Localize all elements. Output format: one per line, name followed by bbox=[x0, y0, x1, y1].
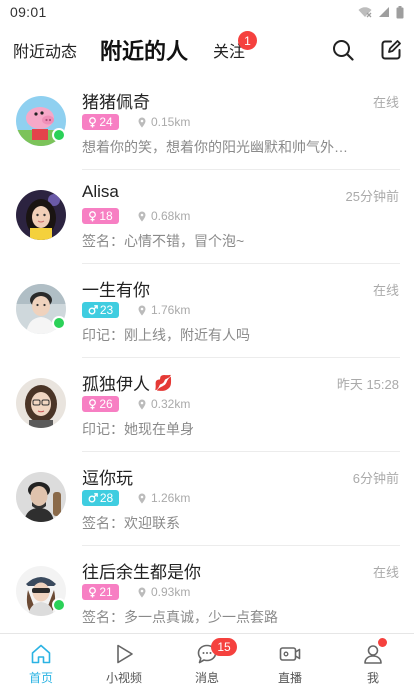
distance: 0.15km bbox=[138, 115, 190, 129]
user-name: 逗你玩 bbox=[82, 469, 133, 488]
avatar[interactable] bbox=[16, 190, 66, 240]
list-item[interactable]: Alisa 25分钟前 18 0.68km 签名：心情不错，冒个泡~ bbox=[0, 170, 414, 264]
female-age-badge: 21 bbox=[82, 584, 119, 600]
nav-live[interactable]: 直播 bbox=[249, 634, 331, 688]
distance: 0.68km bbox=[138, 209, 190, 223]
last-active-status: 昨天 15:28 bbox=[336, 377, 399, 392]
signature: 印记：她现在单身 bbox=[82, 421, 194, 437]
tab-follow[interactable]: 关注 bbox=[213, 24, 245, 76]
distance: 1.76km bbox=[138, 303, 190, 317]
nav-home[interactable]: 首页 bbox=[0, 634, 82, 688]
me-notification-dot bbox=[378, 638, 387, 647]
signature: 签名：心情不错，冒个泡~ bbox=[82, 233, 245, 249]
kiss-emoji: 💋 bbox=[154, 374, 173, 392]
user-name: 孤独伊人 💋 bbox=[82, 374, 173, 395]
user-meta: 28 1.26km bbox=[82, 490, 190, 506]
location-pin-icon bbox=[138, 305, 146, 315]
edit-button[interactable] bbox=[378, 37, 404, 63]
system-icons bbox=[358, 5, 404, 19]
nearby-people-list: 猪猪佩奇 在线 24 0.15km 想着你的笑，想着你的阳光幽默和帅气外… Al… bbox=[0, 76, 414, 640]
last-active-status: 在线 bbox=[372, 283, 399, 298]
male-age-badge: 28 bbox=[82, 490, 119, 506]
nav-messages[interactable]: 消息 15 bbox=[166, 634, 248, 688]
status-time: 09:01 bbox=[10, 4, 47, 20]
status-bar: 09:01 bbox=[0, 0, 414, 24]
signature: 签名：欢迎联系 bbox=[82, 515, 180, 531]
last-active-status: 在线 bbox=[372, 565, 399, 580]
female-age-badge: 24 bbox=[82, 114, 119, 130]
nav-me-label: 我 bbox=[366, 671, 379, 685]
last-active-status: 在线 bbox=[372, 95, 399, 110]
female-icon bbox=[89, 398, 97, 409]
distance: 0.32km bbox=[138, 397, 190, 411]
bottom-nav: 首页 小视频 消息 15 直播 我 bbox=[0, 633, 414, 688]
nav-short-video[interactable]: 小视频 bbox=[83, 634, 165, 688]
male-age-badge: 23 bbox=[82, 302, 119, 318]
online-indicator bbox=[52, 316, 66, 330]
user-name: Alisa bbox=[82, 182, 119, 201]
user-meta: 21 0.93km bbox=[82, 584, 190, 600]
edit-icon bbox=[381, 40, 401, 60]
tab-nearby-people[interactable]: 附近的人 bbox=[100, 24, 188, 76]
list-item[interactable]: 逗你玩 6分钟前 28 1.26km 签名：欢迎联系 bbox=[0, 452, 414, 546]
avatar[interactable] bbox=[16, 472, 66, 522]
nav-video-label: 小视频 bbox=[105, 671, 142, 685]
male-icon bbox=[88, 305, 98, 315]
user-meta: 23 1.76km bbox=[82, 302, 190, 318]
online-indicator bbox=[52, 598, 66, 612]
follow-count-badge: 1 bbox=[238, 31, 257, 50]
user-name: 往后余生都是你 bbox=[82, 563, 201, 582]
avatar[interactable] bbox=[16, 378, 66, 428]
user-meta: 26 0.32km bbox=[82, 396, 190, 412]
signature: 想着你的笑，想着你的阳光幽默和帅气外… bbox=[82, 139, 348, 155]
nav-me[interactable]: 我 bbox=[332, 634, 414, 688]
female-age-badge: 26 bbox=[82, 396, 119, 412]
list-item[interactable]: 往后余生都是你 在线 21 0.93km 签名：多一点真诚，少一点套路 bbox=[0, 546, 414, 640]
video-camera-icon bbox=[278, 642, 302, 666]
location-pin-icon bbox=[138, 493, 146, 503]
list-item[interactable]: 一生有你 在线 23 1.76km 印记：刚上线，附近有人吗 bbox=[0, 264, 414, 358]
user-name: 一生有你 bbox=[82, 281, 150, 300]
online-indicator bbox=[52, 128, 66, 142]
tab-nearby-dynamics[interactable]: 附近动态 bbox=[13, 24, 77, 76]
search-button[interactable] bbox=[330, 37, 356, 63]
signature: 印记：刚上线，附近有人吗 bbox=[82, 327, 250, 343]
list-item[interactable]: 猪猪佩奇 在线 24 0.15km 想着你的笑，想着你的阳光幽默和帅气外… bbox=[0, 76, 414, 170]
female-icon bbox=[89, 586, 97, 597]
list-item[interactable]: 孤独伊人 💋 昨天 15:28 26 0.32km 印记：她现在单身 bbox=[0, 358, 414, 452]
nav-home-label: 首页 bbox=[28, 671, 53, 685]
distance: 1.26km bbox=[138, 491, 190, 505]
location-pin-icon bbox=[138, 399, 146, 409]
location-pin-icon bbox=[138, 587, 146, 597]
user-meta: 24 0.15km bbox=[82, 114, 190, 130]
last-active-status: 6分钟前 bbox=[352, 471, 399, 486]
home-icon bbox=[29, 642, 53, 666]
location-pin-icon bbox=[138, 211, 146, 221]
female-icon bbox=[89, 210, 97, 221]
user-meta: 18 0.68km bbox=[82, 208, 190, 224]
nav-messages-label: 消息 bbox=[194, 671, 219, 685]
user-name: 猪猪佩奇 bbox=[82, 93, 150, 112]
male-icon bbox=[88, 493, 98, 503]
search-icon bbox=[333, 40, 354, 61]
female-age-badge: 18 bbox=[82, 208, 119, 224]
battery-icon bbox=[396, 5, 404, 18]
female-icon bbox=[89, 116, 97, 127]
signature: 签名：多一点真诚，少一点套路 bbox=[82, 609, 278, 625]
last-active-status: 25分钟前 bbox=[345, 189, 399, 204]
messages-count-badge: 15 bbox=[211, 638, 237, 656]
nav-live-label: 直播 bbox=[277, 671, 302, 685]
signal-icon bbox=[379, 7, 389, 17]
distance: 0.93km bbox=[138, 585, 190, 599]
wifi-off-icon bbox=[358, 7, 372, 18]
play-icon bbox=[112, 642, 136, 666]
location-pin-icon bbox=[138, 117, 146, 127]
top-header: 附近动态 附近的人 关注 1 bbox=[0, 24, 414, 76]
